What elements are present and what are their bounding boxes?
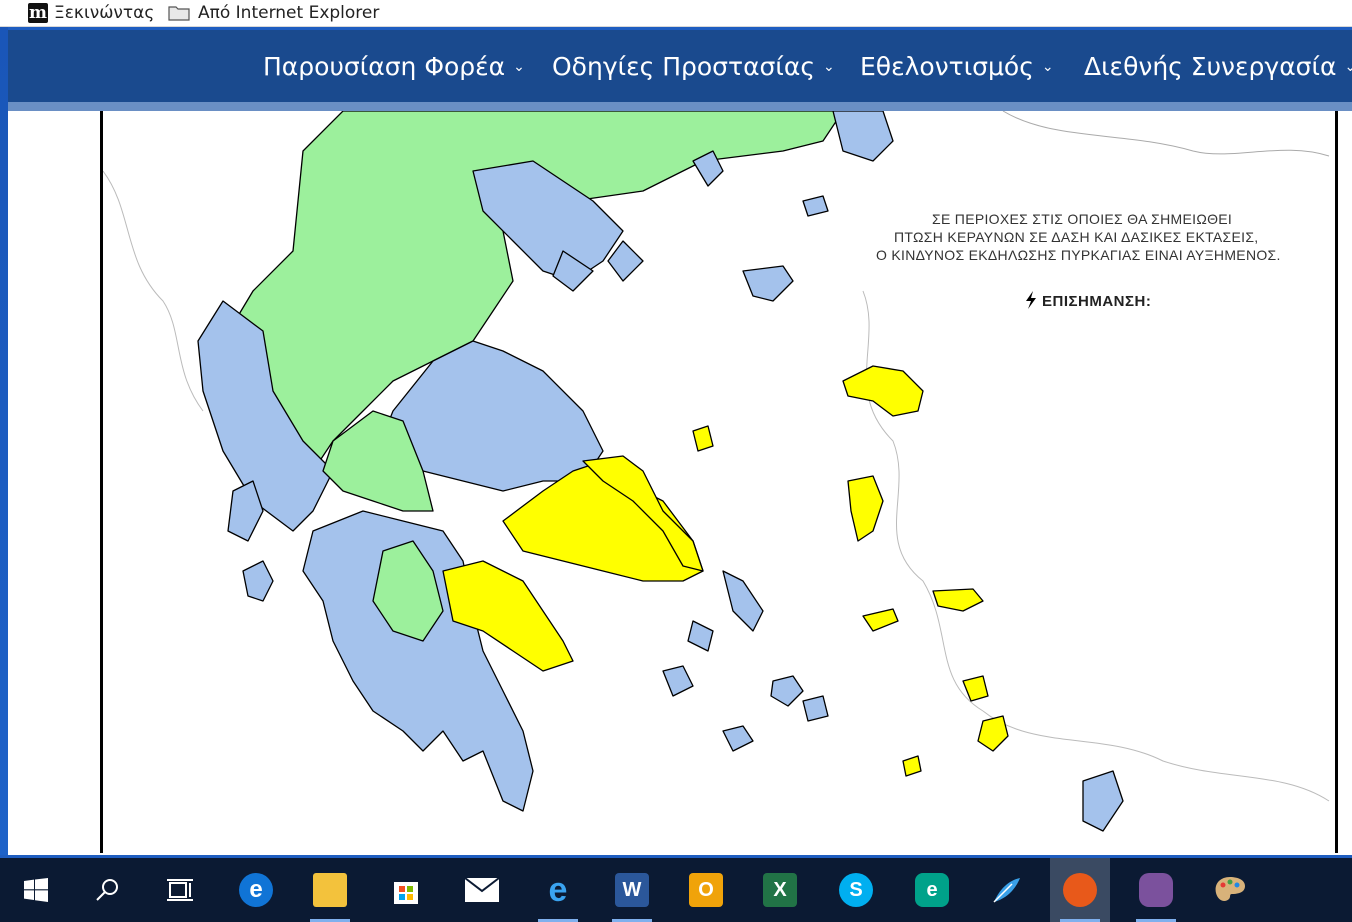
folder-icon [168,6,190,21]
nav-item-label: Εθελοντισμός [860,52,1034,81]
map-note-title-text: ΕΠΙΣΗΜΑΝΣΗ: [1042,293,1152,310]
excel-icon[interactable]: X [750,858,810,922]
mail-icon[interactable] [452,858,512,922]
chevron-down-icon: ⌄ [1344,59,1352,75]
bookmarks-bar: m Ξεκινώντας Από Internet Explorer [0,0,1352,27]
map-note-line: ΠΤΩΣΗ ΚΕΡΑΥΝΩΝ ΣΕ ΔΑΣΗ ΚΑΙ ΔΑΣΙΚΕΣ ΕΚΤΑΣ… [894,229,1259,245]
word-icon[interactable]: W [602,858,662,922]
m-logo-icon: m [28,3,48,23]
nav-item-international[interactable]: Διεθνής Συνεργασία ⌄ [1084,52,1352,81]
nav-item-presentation[interactable]: Παρουσίαση Φορέα ⌄ [263,52,525,81]
chevron-down-icon: ⌄ [513,59,525,75]
island-ikaria-yellow [862,608,899,632]
island-chios-yellow [847,475,884,542]
search-icon[interactable] [78,858,138,922]
windows-taskbar: e e W O X S e [0,858,1352,922]
feather-app-icon[interactable] [976,858,1036,922]
nav-divider [8,102,1352,111]
viber-icon[interactable] [1126,858,1186,922]
nav-item-label: Διεθνής Συνεργασία [1084,52,1337,81]
window-edge [0,27,8,855]
nav-item-label: Παρουσίαση Φορέα [263,52,506,81]
lightning-icon [1026,291,1036,309]
island-lesvos-yellow [842,365,924,417]
nav-item-volunteering[interactable]: Εθελοντισμός ⌄ [860,52,1054,81]
e-app-icon[interactable]: e [902,858,962,922]
map-note-title: ΕΠΙΣΗΜΑΝΣΗ: [1024,291,1151,310]
bookmark-folder-ie[interactable]: Από Internet Explorer [168,0,379,26]
map-note-line: Ο ΚΙΝΔΥΝΟΣ ΕΚΔΗΛΩΣΗΣ ΠΥΡΚΑΓΙΑΣ ΕΙΝΑΙ ΑΥΞ… [876,247,1281,263]
outlook-icon[interactable]: O [676,858,736,922]
island-samos-yellow [932,588,984,612]
bookmark-getting-started[interactable]: m Ξεκινώντας [28,0,154,26]
nav-item-label: Οδηγίες Προστασίας [552,52,816,81]
page-content: ΕΠΙΣΗΜΑΝΣΗ: ΣΕ ΠΕΡΙΟΧΕΣ ΣΤΙΣ ΟΠΟΙΕΣ ΘΑ Σ… [8,111,1352,855]
file-explorer-icon[interactable] [300,858,360,922]
chevron-down-icon: ⌄ [823,59,835,75]
chevron-down-icon: ⌄ [1041,59,1054,75]
skype-icon[interactable]: S [826,858,886,922]
nav-item-protection-guides[interactable]: Οδηγίες Προστασίας ⌄ [552,52,835,81]
store-icon[interactable] [376,858,436,922]
windows-start-icon[interactable] [6,858,66,922]
task-view-icon[interactable] [150,858,210,922]
map-note-line: ΣΕ ΠΕΡΙΟΧΕΣ ΣΤΙΣ ΟΠΟΙΕΣ ΘΑ ΣΗΜΕΙΩΘΕΙ [932,211,1233,227]
bookmark-label: Ξεκινώντας [54,3,155,23]
bookmark-label: Από Internet Explorer [198,3,380,23]
firefox-icon[interactable] [1050,858,1110,922]
edge-icon[interactable]: e [226,858,286,922]
paint-icon[interactable] [1200,858,1260,922]
internet-explorer-icon[interactable]: e [528,858,588,922]
